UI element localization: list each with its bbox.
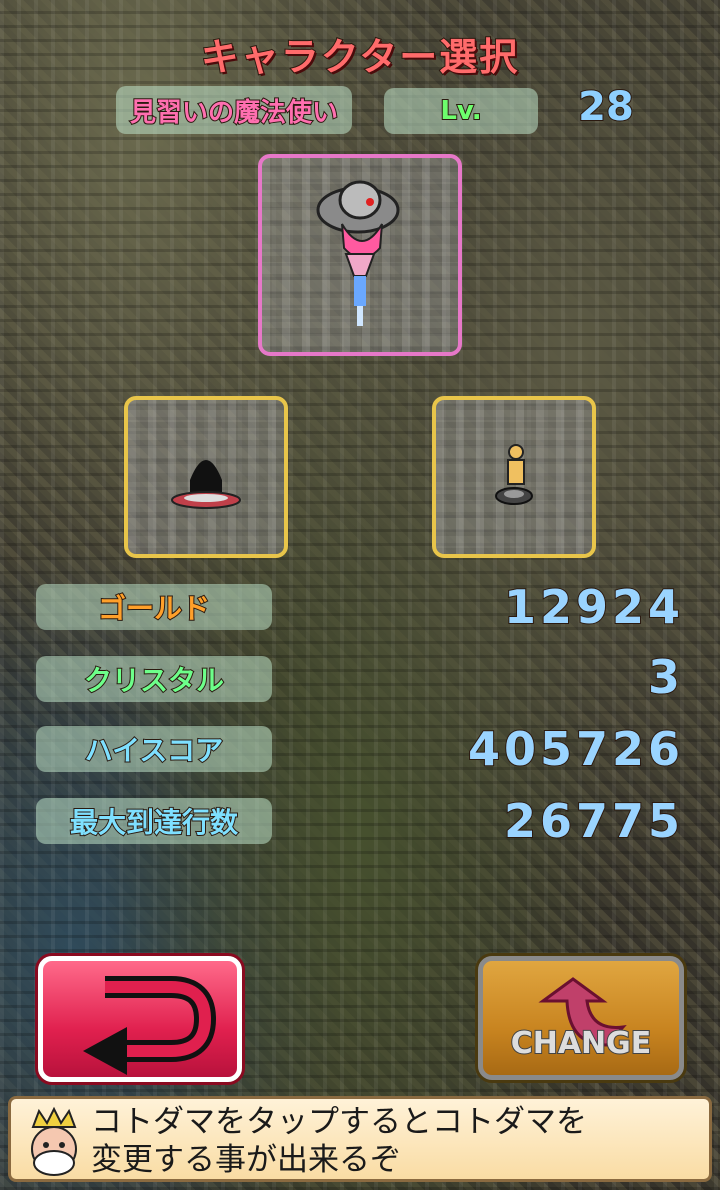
hint-message-bar: コトダマをタップするとコトダマを 変更する事が出来るぞ bbox=[8, 1096, 712, 1182]
witch-character-icon bbox=[316, 180, 400, 326]
hint-message-text: コトダマをタップするとコトダマを 変更する事が出来るぞ bbox=[91, 1104, 587, 1178]
change-button[interactable]: CHANGE bbox=[478, 956, 684, 1080]
selected-character-slot[interactable] bbox=[258, 154, 462, 356]
gold-label: ゴールド bbox=[97, 591, 211, 626]
hiscore-label: ハイスコア bbox=[84, 733, 225, 768]
crystal-label: クリスタル bbox=[83, 663, 225, 698]
character-name-badge: 見習いの魔法使い bbox=[116, 86, 352, 134]
level-badge: Lv. bbox=[384, 88, 538, 134]
gold-label-badge: ゴールド bbox=[36, 584, 272, 630]
u-turn-arrow-icon bbox=[83, 976, 217, 1075]
max-rows-label-badge: 最大到達行数 bbox=[36, 798, 272, 844]
character-slot-left[interactable] bbox=[124, 396, 288, 558]
crystal-label-badge: クリスタル bbox=[36, 656, 272, 702]
max-rows-label: 最大到達行数 bbox=[69, 805, 239, 840]
level-label: Lv. bbox=[439, 95, 482, 127]
character-slot-right[interactable] bbox=[432, 396, 596, 558]
character-name: 見習いの魔法使い bbox=[129, 97, 339, 129]
crystal-value: 3 bbox=[647, 649, 684, 705]
back-button[interactable] bbox=[38, 956, 242, 1082]
screen-title: キャラクター選択 bbox=[200, 34, 520, 80]
shadow-character-icon bbox=[171, 460, 241, 509]
hiscore-value: 405726 bbox=[467, 721, 684, 777]
hero-character-icon bbox=[495, 444, 533, 505]
hiscore-label-badge: ハイスコア bbox=[36, 726, 272, 772]
gold-value: 12924 bbox=[503, 579, 684, 635]
level-value: 28 bbox=[577, 83, 635, 131]
max-rows-value: 26775 bbox=[503, 793, 684, 849]
change-label: CHANGE bbox=[510, 1025, 653, 1062]
king-avatar-icon bbox=[31, 1106, 77, 1176]
